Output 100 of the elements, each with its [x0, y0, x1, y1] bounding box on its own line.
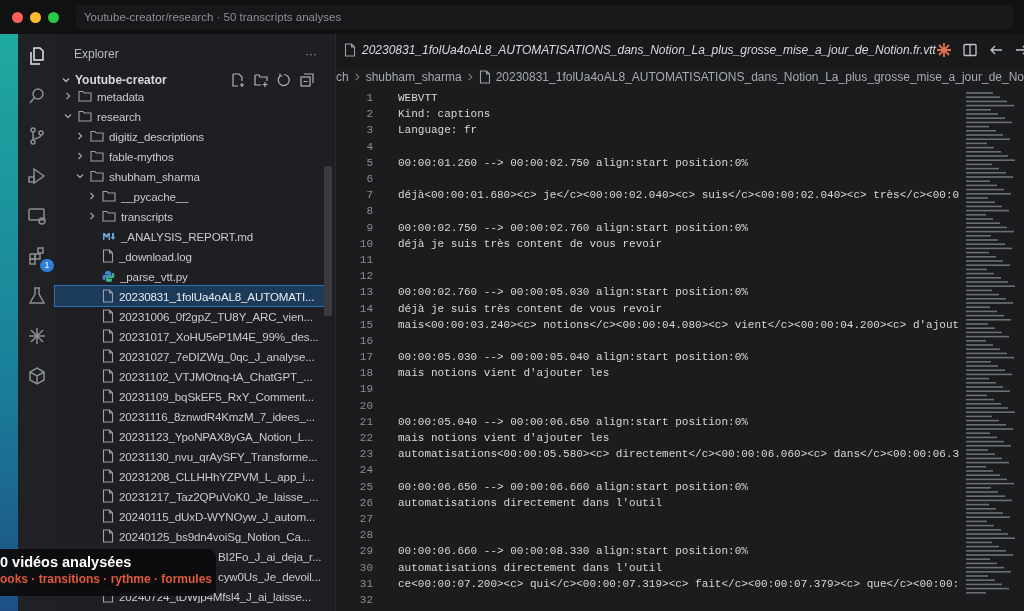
tree-item[interactable]: 20231102_VTJMOtnq-tA_ChatGPT_... — [55, 366, 327, 386]
code-line: automatisations directement dans l'outil — [398, 561, 663, 574]
folder-icon — [78, 90, 92, 102]
folder-icon — [90, 170, 104, 182]
line-number: 26 — [358, 496, 373, 509]
tree-item[interactable]: digitiz_descriptions — [55, 126, 327, 146]
folder-icon — [78, 110, 92, 122]
file-icon — [102, 389, 114, 403]
file-icon — [102, 349, 114, 363]
chevron-right-icon — [353, 72, 361, 82]
maximize-button[interactable] — [48, 11, 59, 23]
tree-item[interactable]: _download.log — [55, 246, 327, 266]
file-icon — [102, 369, 114, 383]
line-number: 9 — [365, 221, 373, 234]
close-button[interactable] — [12, 11, 23, 23]
tree-item[interactable]: 20231017_XoHU5eP1M4E_99%_des... — [55, 326, 327, 346]
new-folder-icon[interactable] — [253, 72, 269, 88]
window-title: Youtube-creator/research · 50 transcripts analyses — [76, 5, 1014, 29]
tree-item[interactable]: transcripts — [55, 206, 327, 226]
code-line: 00:00:02.760 --> 00:00:05.030 align:start position:0% — [398, 286, 748, 299]
cube-icon[interactable] — [26, 366, 47, 386]
tree-item[interactable]: 20231208_CLLHHhYZPVM_L_app_i... — [55, 466, 327, 486]
line-number: 1 — [365, 92, 373, 105]
folder-icon — [90, 150, 104, 162]
code-line: 00:00:05.030 --> 00:00:05.040 align:start position:0% — [398, 351, 748, 364]
refresh-icon[interactable] — [276, 72, 292, 88]
line-number: 27 — [358, 512, 373, 525]
flask-icon[interactable] — [26, 286, 47, 306]
tree-item[interactable]: _parse_vtt.py — [55, 266, 327, 286]
line-number: 25 — [358, 480, 373, 493]
line-number: 4 — [365, 140, 373, 153]
folder-icon — [102, 210, 116, 222]
code-line: mais notions vient d'ajouter les — [398, 432, 610, 445]
file-icon — [478, 70, 491, 84]
starburst-icon[interactable] — [26, 326, 47, 346]
breadcrumb-item[interactable]: ch — [336, 70, 349, 84]
explorer-title: Explorer — [74, 47, 119, 61]
caption-title: 0 vidéos analysées — [0, 554, 133, 570]
code-line: mais notions vient d'ajouter les — [398, 367, 610, 380]
line-number: 32 — [358, 593, 373, 606]
tree-item[interactable]: shubham_sharma — [55, 166, 327, 186]
editor-tab[interactable]: 20230831_1folUa4oAL8_AUTOMATISATIONS_dans_Notion_La_plus_grosse_mise_a_jour_de_Notion.fr.vtt — [344, 43, 936, 57]
line-number: 8 — [365, 205, 373, 218]
starburst-icon[interactable] — [935, 42, 952, 58]
line-number: 14 — [358, 302, 373, 315]
tree-item[interactable]: 20231109_bqSkEF5_RxY_Comment... — [55, 386, 327, 406]
collapse-all-icon[interactable] — [299, 72, 315, 88]
line-number: 30 — [358, 561, 373, 574]
code-line: 00:00:06.650 --> 00:00:06.660 align:start position:0% — [398, 480, 748, 493]
line-number: 16 — [358, 334, 373, 347]
monitor-icon[interactable] — [26, 206, 47, 226]
new-file-icon[interactable] — [230, 72, 246, 88]
line-number: 31 — [358, 577, 373, 590]
code-line: ce<00:00:07.200><c> qui</c><00:00:07.319><c> fait</c><00:00:07.379><c> que</c><00:00: — [398, 577, 960, 590]
line-number: 13 — [358, 286, 373, 299]
tree-item[interactable]: _ANALYSIS_REPORT.md — [55, 226, 327, 246]
chevron-right-icon — [466, 72, 474, 82]
tree-item[interactable]: 20231116_8znwdR4KmzM_7_idees_... — [55, 406, 327, 426]
caption-subtitle: ooks · transitions · rythme · formules — [0, 572, 214, 586]
line-number: 5 — [365, 156, 373, 169]
tree-item[interactable]: research — [55, 106, 327, 126]
line-number: 22 — [358, 432, 373, 445]
python-icon — [102, 269, 115, 283]
line-number: 20 — [358, 399, 373, 412]
code-line: 00:00:02.750 --> 00:00:02.760 align:start position:0% — [398, 221, 748, 234]
tree-item[interactable]: 20240125_bs9dn4voiSg_Notion_Ca... — [55, 526, 327, 546]
tree-item[interactable]: __pycache__ — [55, 186, 327, 206]
tree-item[interactable]: 20231130_nvu_qrAySFY_Transforme... — [55, 446, 327, 466]
file-icon — [344, 43, 356, 57]
chevron-down-icon[interactable] — [61, 75, 71, 85]
tree-item[interactable]: fable-mythos — [55, 146, 327, 166]
scrollbar-thumb[interactable] — [324, 166, 332, 316]
run-debug-icon[interactable] — [26, 166, 47, 186]
split-editor-icon[interactable] — [961, 42, 978, 58]
code-line: déjà<00:00:01.680><c> je</c><00:00:02.040><c> suis</c><00:00:02.040><c> très</c><00:0 — [398, 189, 960, 202]
tree-item[interactable]: 20240115_dUxD-WYNOyw_J_autom... — [55, 506, 327, 526]
tree-item[interactable]: metadata — [55, 86, 327, 106]
workspace-root[interactable]: Youtube-creator — [75, 73, 167, 87]
search-icon[interactable] — [26, 86, 47, 106]
code-line: 00:00:01.260 --> 00:00:02.750 align:start position:0% — [398, 156, 748, 169]
code-line: 00:00:05.040 --> 00:00:06.650 align:start position:0% — [398, 415, 748, 428]
breadcrumb-item[interactable]: 20230831_1folUa4oAL8_AUTOMATISATIONS_dans_Notion_La_plus_grosse_mise_a_jour_de_No — [495, 70, 1024, 84]
extensions-icon[interactable] — [26, 246, 47, 266]
line-number: 28 — [358, 529, 373, 542]
file-icon — [102, 449, 114, 463]
file-icon — [102, 429, 114, 443]
code-line: déjà je suis très content de vous revoir — [398, 237, 663, 250]
line-number: 24 — [358, 464, 373, 477]
file-icon — [102, 409, 114, 423]
file-icon — [102, 249, 114, 263]
tree-item[interactable]: 20230831_1folUa4oAL8_AUTOMATI... — [55, 286, 327, 306]
more-actions-button[interactable]: ··· — [305, 47, 317, 61]
minimize-button[interactable] — [30, 11, 41, 23]
breadcrumb-item[interactable]: shubham_sharma — [365, 70, 462, 84]
tree-item[interactable]: 20231027_7eDIZWg_0qc_J_analyse... — [55, 346, 327, 366]
file-icon — [102, 529, 114, 543]
tree-item[interactable]: 20231217_Taz2QPuVoK0_Je_laisse_... — [55, 486, 327, 506]
tree-item[interactable]: 20231006_0f2gpZ_TU8Y_ARC_vien... — [55, 306, 327, 326]
tree-item[interactable]: 20231123_YpoNPAX8yGA_Notion_L... — [55, 426, 327, 446]
line-number: 3 — [365, 124, 373, 137]
